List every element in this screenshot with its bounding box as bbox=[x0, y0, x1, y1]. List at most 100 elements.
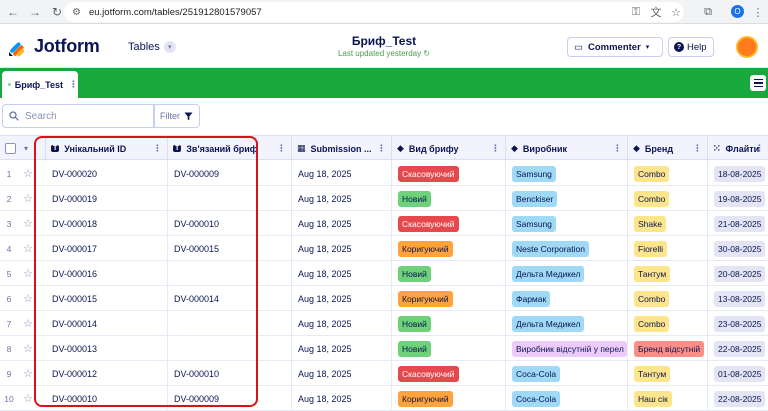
column-options-icon[interactable]: ⋮ bbox=[755, 143, 764, 154]
column-header[interactable]: ⁙ Флайти ⋮ bbox=[708, 136, 768, 161]
manufacturer-cell[interactable]: Coca-Cola bbox=[506, 386, 628, 411]
flights-cell[interactable]: 13-08-2025 bbox=[708, 286, 768, 311]
chevron-down-icon[interactable]: ▾ bbox=[24, 144, 28, 153]
extensions-icon[interactable]: ⧉ bbox=[700, 4, 716, 20]
brief-type-cell[interactable]: Коригуючий bbox=[392, 236, 506, 261]
submission-date-cell[interactable]: Aug 18, 2025 bbox=[292, 311, 392, 336]
linked-brief-cell[interactable]: DV-000009 bbox=[168, 386, 292, 411]
manufacturer-cell[interactable]: Neste Corporation bbox=[506, 236, 628, 261]
star-icon[interactable]: ☆ bbox=[20, 336, 36, 361]
table-row[interactable]: 7 ☆ DV-000014 Aug 18, 2025 Новий Дельта … bbox=[0, 311, 768, 336]
star-icon[interactable]: ☆ bbox=[20, 311, 36, 336]
submission-date-cell[interactable]: Aug 18, 2025 bbox=[292, 236, 392, 261]
column-options-icon[interactable]: ⋮ bbox=[277, 143, 286, 154]
brand-cell[interactable]: Combo bbox=[628, 161, 708, 186]
password-key-icon[interactable]: ⚿ bbox=[628, 4, 644, 20]
translate-icon[interactable]: 文 bbox=[648, 4, 664, 20]
unique-id-cell[interactable]: DV-000017 bbox=[46, 236, 168, 261]
unique-id-cell[interactable]: DV-000020 bbox=[46, 161, 168, 186]
linked-brief-cell[interactable]: DV-000009 bbox=[168, 161, 292, 186]
unique-id-cell[interactable]: DV-000016 bbox=[46, 261, 168, 286]
brief-type-cell[interactable]: Коригуючий bbox=[392, 286, 506, 311]
help-button[interactable]: ? Help bbox=[668, 37, 714, 57]
flights-cell[interactable]: 22-08-2025 bbox=[708, 336, 768, 361]
manufacturer-cell[interactable]: Фармак bbox=[506, 286, 628, 311]
address-bar[interactable]: ⚙ eu.jotform.com/tables/251912801579057 bbox=[64, 2, 684, 22]
submission-date-cell[interactable]: Aug 18, 2025 bbox=[292, 361, 392, 386]
bookmark-star-icon[interactable]: ☆ bbox=[668, 4, 684, 20]
flights-cell[interactable]: 30-08-2025 bbox=[708, 236, 768, 261]
manufacturer-cell[interactable]: Дельта Медикел bbox=[506, 261, 628, 286]
flights-cell[interactable]: 18-08-2025 bbox=[708, 161, 768, 186]
table-row[interactable]: 10 ☆ DV-000010 DV-000009 Aug 18, 2025 Ко… bbox=[0, 386, 768, 411]
unique-id-cell[interactable]: DV-000014 bbox=[46, 311, 168, 336]
column-header[interactable]: ▦ Submission ... ⋮ bbox=[292, 136, 392, 161]
flights-cell[interactable]: 01-08-2025 bbox=[708, 361, 768, 386]
column-options-icon[interactable]: ⋮ bbox=[153, 143, 162, 154]
star-icon[interactable]: ☆ bbox=[20, 186, 36, 211]
submission-date-cell[interactable]: Aug 18, 2025 bbox=[292, 211, 392, 236]
brand-cell[interactable]: Бренд відсутній bbox=[628, 336, 708, 361]
star-icon[interactable]: ☆ bbox=[20, 236, 36, 261]
star-icon[interactable]: ☆ bbox=[20, 386, 36, 411]
brief-type-cell[interactable]: Новий bbox=[392, 261, 506, 286]
table-row[interactable]: 5 ☆ DV-000016 Aug 18, 2025 Новий Дельта … bbox=[0, 261, 768, 286]
brand-cell[interactable]: Combo bbox=[628, 286, 708, 311]
manufacturer-cell[interactable]: Benckiser bbox=[506, 186, 628, 211]
back-icon[interactable]: ← bbox=[4, 3, 22, 21]
brand-cell[interactable]: Тантум bbox=[628, 261, 708, 286]
brand-cell[interactable]: Combo bbox=[628, 311, 708, 336]
column-options-icon[interactable]: ⋮ bbox=[377, 143, 386, 154]
unique-id-cell[interactable]: DV-000012 bbox=[46, 361, 168, 386]
flights-cell[interactable]: 19-08-2025 bbox=[708, 186, 768, 211]
brand-cell[interactable]: Тантум bbox=[628, 361, 708, 386]
submission-date-cell[interactable]: Aug 18, 2025 bbox=[292, 286, 392, 311]
linked-brief-cell[interactable]: DV-000015 bbox=[168, 236, 292, 261]
manufacturer-cell[interactable]: Дельта Медикел bbox=[506, 311, 628, 336]
unique-id-cell[interactable]: DV-000015 bbox=[46, 286, 168, 311]
table-row[interactable]: 2 ☆ DV-000019 Aug 18, 2025 Новий Benckis… bbox=[0, 186, 768, 211]
flights-cell[interactable]: 20-08-2025 bbox=[708, 261, 768, 286]
select-all-checkbox[interactable] bbox=[5, 143, 16, 154]
table-row[interactable]: 8 ☆ DV-000013 Aug 18, 2025 Новий Виробни… bbox=[0, 336, 768, 361]
forward-icon[interactable]: → bbox=[26, 3, 44, 21]
commenter-button[interactable]: ▭ Commenter ▾ bbox=[567, 37, 663, 57]
manufacturer-cell[interactable]: Samsung bbox=[506, 211, 628, 236]
submission-date-cell[interactable]: Aug 18, 2025 bbox=[292, 186, 392, 211]
column-options-icon[interactable]: ⋮ bbox=[491, 143, 500, 154]
linked-brief-cell[interactable] bbox=[168, 311, 292, 336]
flights-cell[interactable]: 21-08-2025 bbox=[708, 211, 768, 236]
brief-type-cell[interactable]: Новий bbox=[392, 186, 506, 211]
linked-brief-cell[interactable]: DV-000010 bbox=[168, 211, 292, 236]
column-options-icon[interactable]: ⋮ bbox=[613, 143, 622, 154]
star-icon[interactable]: ☆ bbox=[20, 211, 36, 236]
table-row[interactable]: 3 ☆ DV-000018 DV-000010 Aug 18, 2025 Ска… bbox=[0, 211, 768, 236]
star-icon[interactable]: ☆ bbox=[20, 286, 36, 311]
brief-type-cell[interactable]: Скасовуючий bbox=[392, 161, 506, 186]
unique-id-cell[interactable]: DV-000019 bbox=[46, 186, 168, 211]
star-icon[interactable]: ☆ bbox=[20, 161, 36, 186]
column-header[interactable]: ◆ Вид брифу ⋮ bbox=[392, 136, 506, 161]
flights-cell[interactable]: 23-08-2025 bbox=[708, 311, 768, 336]
linked-brief-cell[interactable]: DV-000014 bbox=[168, 286, 292, 311]
linked-brief-cell[interactable] bbox=[168, 336, 292, 361]
user-avatar[interactable] bbox=[736, 36, 758, 58]
tab-options-icon[interactable]: ⋮ bbox=[69, 79, 78, 90]
brand-cell[interactable]: Shake bbox=[628, 211, 708, 236]
manufacturer-cell[interactable]: Samsung bbox=[506, 161, 628, 186]
brief-type-cell[interactable]: Новий bbox=[392, 336, 506, 361]
brief-type-cell[interactable]: Скасовуючий bbox=[392, 361, 506, 386]
table-row[interactable]: 6 ☆ DV-000015 DV-000014 Aug 18, 2025 Кор… bbox=[0, 286, 768, 311]
site-info-icon[interactable]: ⚙ bbox=[72, 7, 81, 18]
browser-menu-icon[interactable]: ⋮ bbox=[750, 4, 766, 20]
brand-cell[interactable]: Combo bbox=[628, 186, 708, 211]
star-icon[interactable]: ☆ bbox=[20, 361, 36, 386]
submission-date-cell[interactable]: Aug 18, 2025 bbox=[292, 386, 392, 411]
brief-type-cell[interactable]: Скасовуючий bbox=[392, 211, 506, 236]
select-all-header[interactable]: ▾ bbox=[0, 136, 46, 161]
manufacturer-cell[interactable]: Coca-Cola bbox=[506, 361, 628, 386]
column-header[interactable]: T Зв'язаний бриф ⋮ bbox=[168, 136, 292, 161]
linked-brief-cell[interactable] bbox=[168, 186, 292, 211]
column-options-icon[interactable]: ⋮ bbox=[693, 143, 702, 154]
column-header[interactable]: ◆ Бренд ⋮ bbox=[628, 136, 708, 161]
